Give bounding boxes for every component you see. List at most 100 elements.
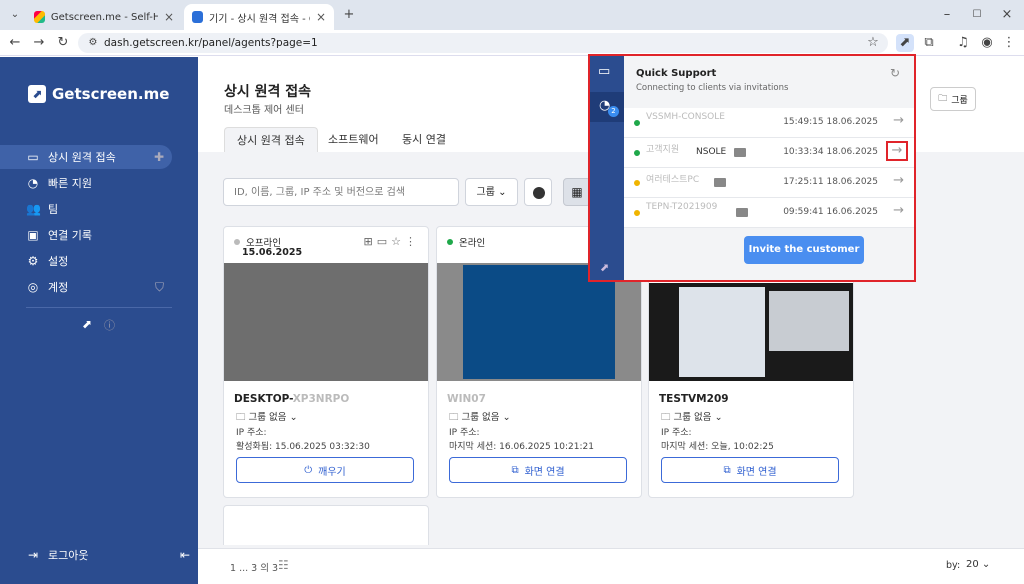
per-page-select[interactable]: 20 ⌄ (966, 559, 990, 570)
screen-icon: ⧉ (723, 464, 731, 476)
monitor-icon[interactable]: ▭ (377, 235, 391, 248)
ip-address: IP 주소: (236, 428, 267, 438)
filter-settings-icon[interactable]: ☷ (278, 558, 289, 572)
popup-header: Quick Support Connecting to clients via … (624, 56, 914, 106)
group-button[interactable]: 🗀 그룹 (930, 87, 976, 111)
arrow-right-icon[interactable]: → (893, 113, 904, 128)
folder-icon: 🗀 (236, 412, 246, 423)
device-card[interactable]: 오프라인 15.06.2025 ⊞▭☆⋮ DESKTOP-XP3NRPO 🗀 그… (223, 226, 429, 498)
page-subtitle: 데스크톱 제어 센터 (224, 105, 304, 116)
list-item[interactable]: TEPN-T2021909 09:59:41 16.06.2025 → (624, 198, 914, 228)
client-name: 고객지원 (646, 145, 680, 155)
tab-concurrent[interactable]: 동시 연결 (390, 127, 458, 152)
collapse-sidebar-icon[interactable]: ⇤ (180, 548, 190, 562)
maximize-icon[interactable]: ☐ (968, 6, 986, 24)
browser-tab-2[interactable]: 기기 - 상시 원격 접속 - Getscr × (184, 4, 334, 30)
notification-badge: 2 (608, 106, 619, 117)
getscreen-favicon-icon (34, 11, 45, 23)
status-dot (634, 150, 640, 156)
client-name: VSSMH-CONSOLE (646, 112, 725, 122)
popup-title: Quick Support (636, 68, 717, 79)
invite-customer-button[interactable]: Invite the customer (744, 236, 864, 264)
getscreen-extension-icon[interactable]: ⬈ (896, 34, 914, 52)
back-icon[interactable]: ← (6, 34, 24, 52)
wake-button[interactable]: ⏻ 깨우기 (236, 457, 414, 483)
site-info-icon[interactable]: ⚙ (84, 34, 102, 52)
close-window-icon[interactable]: × (998, 6, 1016, 24)
minimize-icon[interactable]: – (938, 6, 956, 24)
sidebar-item-account[interactable]: ◎ 계정 ⛉ (0, 275, 172, 299)
card-actions: ⊞▭☆⋮ (364, 235, 421, 248)
refresh-icon[interactable]: ↻ (890, 66, 900, 80)
sidebar-item-label: 계정 (48, 281, 69, 294)
sidebar-item-remote-access[interactable]: ▭ 상시 원격 접속 ✚ (0, 145, 172, 169)
browser-menu-icon[interactable]: ⋮ (1000, 34, 1018, 52)
shield-icon: ⛉ (154, 279, 164, 294)
reload-icon[interactable]: ↻ (54, 34, 72, 52)
last-session: 마지막 세션: 오늘, 10:02:25 (661, 442, 774, 452)
list-item[interactable]: 여러테스트PC 17:25:11 18.06.2025 → (624, 168, 914, 198)
sidebar-item-history[interactable]: ▣ 연결 기록 (0, 223, 172, 247)
browser-tab-1[interactable]: Getscreen.me - Self-Hosted - I × (26, 4, 182, 30)
gauge-icon: ◔ (27, 176, 39, 190)
tab-menu-icon[interactable]: ⌄ (6, 6, 24, 24)
grid-view-button[interactable]: ▦ (563, 178, 591, 206)
extensions-puzzle-icon[interactable]: ⧉ (920, 34, 938, 52)
forward-icon[interactable]: → (30, 34, 48, 52)
close-tab-icon[interactable]: × (316, 10, 326, 24)
quick-support-tab[interactable]: ◔ 2 (590, 92, 624, 122)
popup-rail: ▭ ◔ 2 ⬈ (590, 56, 624, 280)
wake-button-label: 깨우기 (318, 466, 346, 478)
device-card[interactable] (223, 505, 429, 545)
group-button-label: 그룹 (951, 95, 968, 106)
group-filter-dropdown[interactable]: 그룹 ⌄ (465, 178, 518, 206)
profile-icon[interactable]: ◉ (978, 34, 996, 52)
screen-thumbnail[interactable] (649, 283, 853, 381)
connect-screen-button[interactable]: ⧉ 화면 연결 (449, 457, 627, 483)
tab-remote-access[interactable]: 상시 원격 접속 (224, 127, 318, 152)
device-name-redacted: XP3NRPO (292, 393, 350, 405)
tab-software[interactable]: 소프트웨어 (316, 127, 391, 152)
connect-screen-button[interactable]: ⧉ 화면 연결 (661, 457, 839, 483)
sidebar: ⬈ Getscreen.me ▭ 상시 원격 접속 ✚ ◔ 빠른 지원 👥 팀 … (0, 57, 198, 584)
address-bar[interactable]: dash.getscreen.kr/panel/agents?page=1 (78, 33, 888, 53)
status-filter-button[interactable] (524, 178, 552, 206)
star-icon[interactable]: ☆ (391, 235, 405, 248)
arrow-right-icon[interactable]: → (893, 173, 904, 188)
search-input[interactable]: ID, 이름, 그룹, IP 주소 및 버전으로 검색 (223, 178, 459, 206)
sidebar-item-quick-support[interactable]: ◔ 빠른 지원 (0, 171, 172, 195)
device-group[interactable]: 🗀 그룹 없음 ⌄ (449, 409, 511, 426)
brand-logo[interactable]: ⬈ Getscreen.me (28, 85, 169, 103)
sidebar-item-label: 팀 (48, 203, 59, 216)
session-time: 09:59:41 16.06.2025 (783, 207, 878, 217)
device-name: DESKTOP-XP3NRPO (234, 393, 349, 405)
sidebar-item-team[interactable]: 👥 팀 (0, 197, 172, 221)
bookmark-star-icon[interactable]: ☆ (864, 34, 882, 52)
account-icon: ◎ (27, 280, 39, 294)
monitor-icon (736, 208, 748, 217)
arrow-right-icon[interactable]: → (893, 203, 904, 218)
new-tab-icon[interactable]: + (340, 6, 358, 24)
list-item[interactable]: 고객지원 NSOLE 10:33:34 18.06.2025 → (624, 138, 914, 168)
windows-icon: ⊞ (363, 235, 377, 248)
media-icon[interactable]: ♫ (954, 34, 972, 52)
getscreen-small-logo-icon[interactable]: ⬈ (82, 317, 92, 331)
info-icon[interactable]: ⓘ (104, 317, 115, 333)
more-icon[interactable]: ⋮ (405, 235, 420, 248)
connect-button-label: 화면 연결 (524, 466, 565, 478)
arrow-right-icon[interactable]: → (886, 141, 908, 161)
logout-button[interactable]: ⇥ 로그아웃 ⇤ (0, 543, 198, 567)
chevron-down-icon: ⌄ (498, 187, 507, 198)
list-item[interactable]: VSSMH-CONSOLE 15:49:15 18.06.2025 → (624, 108, 914, 138)
device-group[interactable]: 🗀 그룹 없음 ⌄ (236, 409, 298, 426)
sidebar-item-settings[interactable]: ⚙ 설정 (0, 249, 172, 273)
close-tab-icon[interactable]: × (164, 10, 174, 24)
devices-icon[interactable]: ▭ (598, 64, 610, 79)
chevron-down-icon: ⌄ (714, 412, 723, 423)
monitor-icon (714, 178, 726, 187)
open-external-icon[interactable]: ⬈ (600, 261, 609, 274)
device-group[interactable]: 🗀 그룹 없음 ⌄ (661, 409, 723, 426)
browser-toolbar: ← → ↻ dash.getscreen.kr/panel/agents?pag… (0, 30, 1024, 56)
device-name-redacted: WIN07 (447, 393, 486, 405)
screen-thumbnail[interactable] (224, 263, 428, 381)
